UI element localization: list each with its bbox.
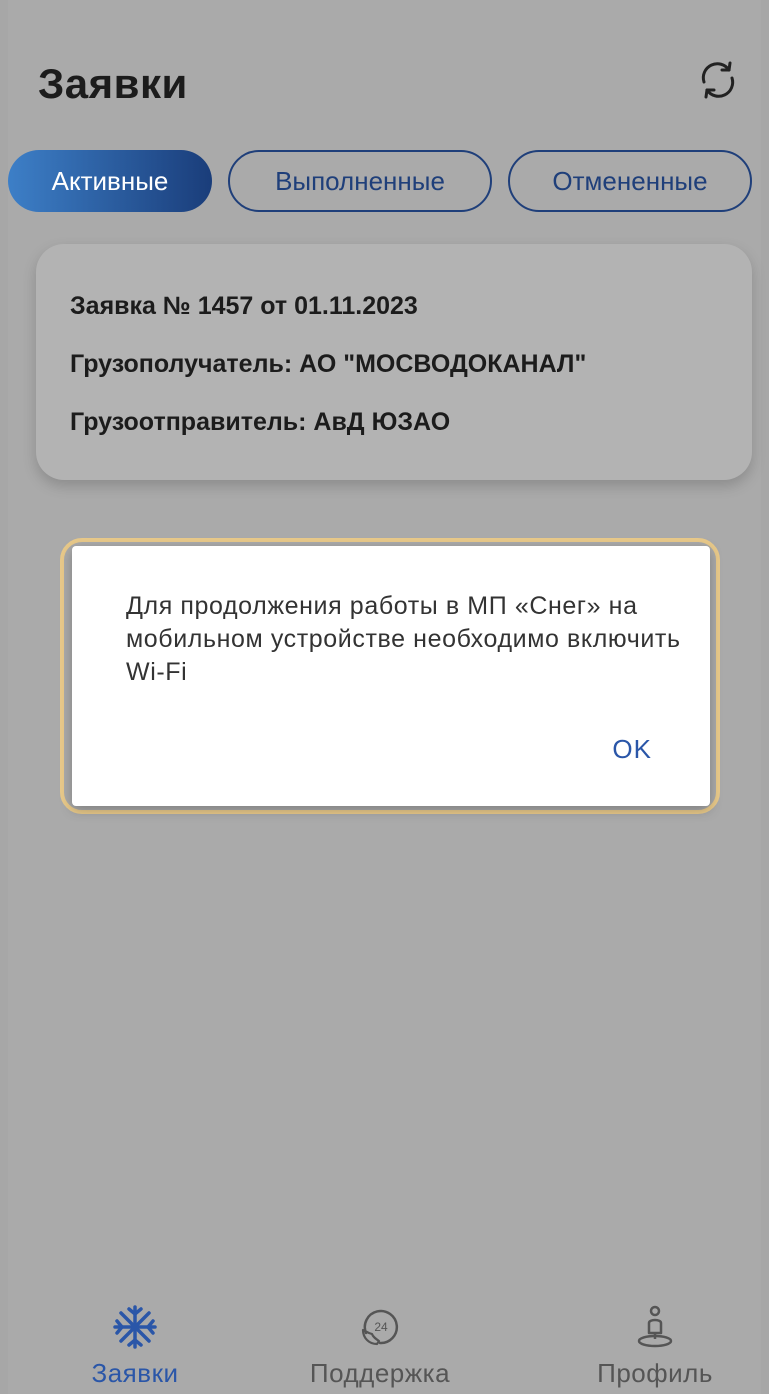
tab-active[interactable]: Активные bbox=[8, 150, 212, 212]
dialog-ok-button[interactable]: OK bbox=[612, 734, 652, 765]
nav-item-profile[interactable]: Профиль bbox=[560, 1300, 750, 1394]
bottom-navigation: Заявки 24 Поддержка Профиль bbox=[0, 1300, 769, 1394]
profile-location-icon bbox=[637, 1305, 673, 1348]
dialog-message: Для продолжения работы в МП «Снег» на мо… bbox=[126, 592, 681, 686]
page-title: Заявки bbox=[38, 60, 188, 107]
order-shipper: Грузоотправитель: АвД ЮЗАО bbox=[70, 408, 451, 436]
wifi-alert-dialog: Для продолжения работы в МП «Снег» на мо… bbox=[72, 546, 710, 806]
order-card[interactable]: Заявка № 1457 от 01.11.2023 Грузополучат… bbox=[36, 244, 752, 480]
refresh-icon bbox=[701, 61, 735, 99]
svg-text:24: 24 bbox=[374, 1320, 388, 1334]
nav-label-profile: Профиль bbox=[597, 1358, 713, 1388]
nav-label-support: Поддержка bbox=[309, 1358, 451, 1388]
support-24-icon: 24 bbox=[361, 1309, 399, 1346]
order-title: Заявка № 1457 от 01.11.2023 bbox=[70, 292, 418, 320]
tab-canceled[interactable]: Отмененные bbox=[508, 150, 752, 212]
snowflake-icon bbox=[113, 1305, 157, 1349]
refresh-button[interactable] bbox=[690, 54, 746, 106]
nav-label-orders: Заявки bbox=[91, 1358, 179, 1388]
nav-item-orders[interactable]: Заявки bbox=[40, 1300, 230, 1394]
nav-item-support[interactable]: 24 Поддержка bbox=[285, 1300, 475, 1394]
order-consignee: Грузополучатель: АО "МОСВОДОКАНАЛ" bbox=[70, 350, 587, 378]
tab-completed[interactable]: Выполненные bbox=[228, 150, 492, 212]
